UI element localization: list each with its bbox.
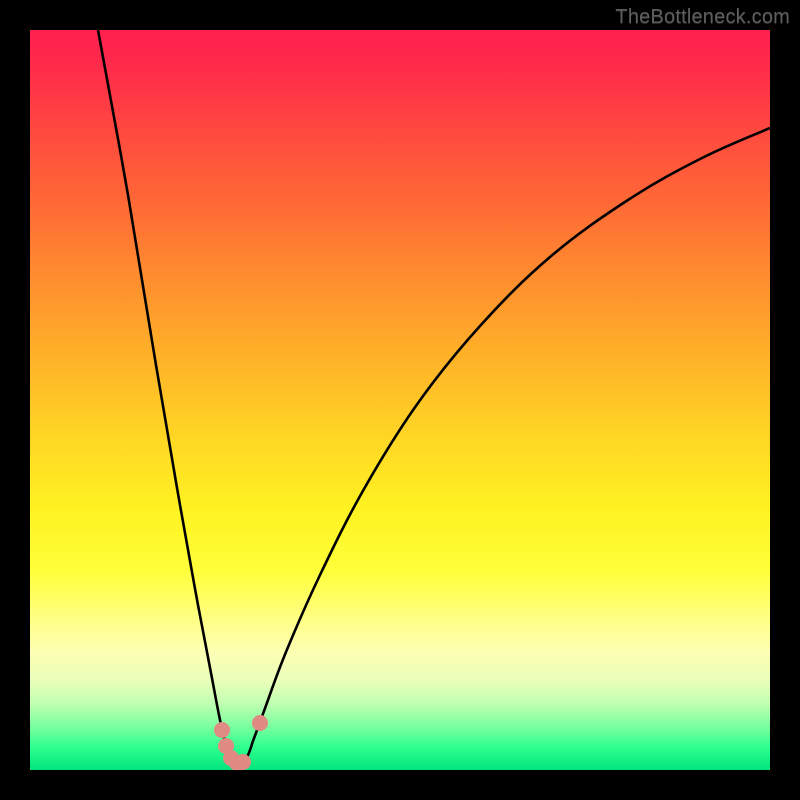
watermark-text: TheBottleneck.com xyxy=(615,6,790,29)
marker-dot xyxy=(252,715,268,731)
left-curve xyxy=(98,30,253,764)
chart-frame: TheBottleneck.com xyxy=(0,0,800,800)
right-curve xyxy=(253,128,770,741)
marker-dot xyxy=(214,722,230,738)
plot-area xyxy=(30,30,770,770)
marker-dot xyxy=(235,754,251,770)
curve-layer xyxy=(30,30,770,770)
highlighted-points xyxy=(214,715,268,770)
